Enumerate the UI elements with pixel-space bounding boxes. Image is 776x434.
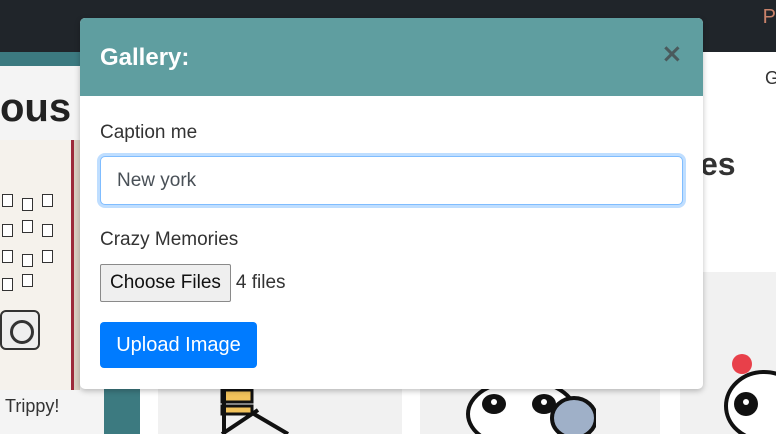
caption-input[interactable]	[100, 156, 683, 205]
file-input: Choose Files 4 files	[100, 264, 286, 302]
gallery-modal: Gallery: × Caption me Crazy Memories Cho…	[80, 18, 703, 389]
file-count-text: 4 files	[235, 272, 286, 293]
choose-files-button[interactable]: Choose Files	[100, 264, 231, 302]
caption-label: Caption me	[100, 122, 198, 143]
close-icon[interactable]: ×	[661, 41, 683, 67]
modal-title: Gallery:	[100, 44, 190, 71]
memories-label: Crazy Memories	[100, 229, 239, 250]
modal-header: Gallery: ×	[80, 18, 703, 96]
upload-image-button[interactable]: Upload Image	[100, 322, 257, 368]
